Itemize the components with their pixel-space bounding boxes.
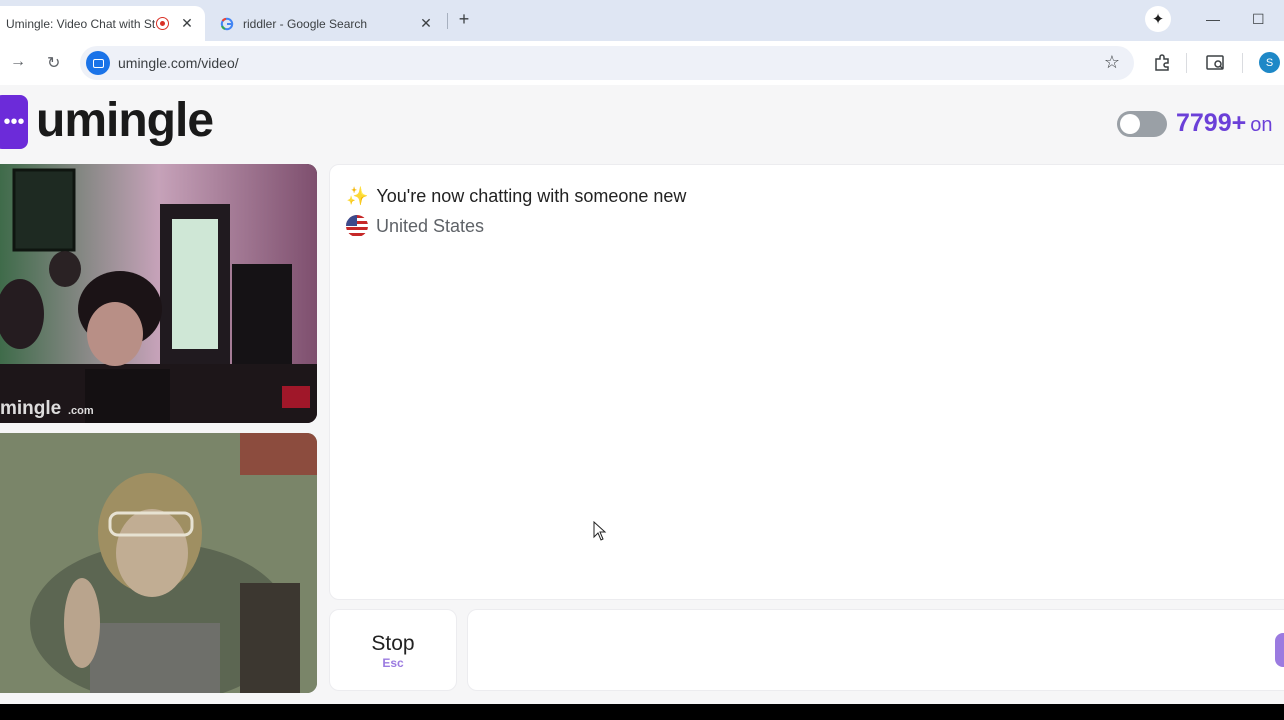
country-text: United States	[376, 215, 485, 236]
minimize-icon[interactable]: —	[1206, 11, 1220, 27]
browser-tab-bar: Umingle: Video Chat with St ✕ riddler - …	[0, 0, 1284, 41]
tab-umingle[interactable]: Umingle: Video Chat with St ✕	[0, 6, 205, 41]
self-video	[0, 433, 317, 693]
forward-icon[interactable]: →	[10, 53, 26, 71]
mouse-cursor-icon	[593, 521, 607, 541]
site-info-icon[interactable]	[86, 51, 110, 75]
stranger-video-frame: mingle .com	[0, 164, 317, 423]
toolbar-divider	[1242, 53, 1243, 73]
site-logo[interactable]: umingle	[36, 93, 214, 148]
stranger-video: mingle .com	[0, 164, 317, 423]
gemini-icon[interactable]: ✦	[1145, 6, 1171, 32]
mode-toggle[interactable]	[1117, 111, 1167, 137]
watermark-text: mingle	[0, 398, 61, 419]
sparkles-icon: ✨	[346, 186, 369, 206]
reload-icon[interactable]: ↻	[47, 53, 60, 73]
stop-button[interactable]: Stop Esc	[329, 609, 457, 691]
tab-divider	[447, 13, 448, 29]
maximize-icon[interactable]: ☐	[1252, 11, 1265, 28]
tab-title: Umingle: Video Chat with St	[6, 16, 156, 31]
profile-avatar[interactable]: S	[1259, 52, 1280, 73]
self-video-frame	[0, 433, 317, 693]
us-flag-icon	[346, 215, 368, 237]
recording-icon	[156, 17, 169, 30]
close-tab-icon[interactable]: ✕	[179, 15, 195, 32]
url-text: umingle.com/video/	[118, 55, 239, 71]
online-count: 7799+	[1176, 109, 1247, 137]
chat-status-message: ✨ You're now chatting with someone new	[346, 186, 686, 207]
online-label: on	[1250, 114, 1273, 136]
search-tabs-icon[interactable]	[1206, 54, 1226, 72]
close-tab-icon[interactable]: ✕	[418, 15, 434, 32]
toolbar-divider	[1186, 53, 1187, 73]
tab-title: riddler - Google Search	[243, 16, 368, 31]
chat-panel: ✨ You're now chatting with someone new Un…	[329, 164, 1284, 600]
browser-toolbar: → ↻ umingle.com/video/ ☆ S	[0, 41, 1284, 85]
address-bar[interactable]: umingle.com/video/ ☆	[80, 46, 1134, 80]
chat-status-text: You're now chatting with someone new	[376, 186, 687, 206]
message-input[interactable]	[467, 609, 1284, 691]
watermark-suffix: .com	[68, 405, 94, 417]
google-icon	[220, 17, 234, 30]
online-counter: 7799+ on	[1176, 109, 1272, 138]
umingle-page: ••• umingle 7799+ on mingle .com ✨ You'r…	[0, 85, 1284, 704]
extensions-icon[interactable]	[1153, 54, 1171, 72]
tab-google-search[interactable]: riddler - Google Search ✕	[212, 6, 444, 41]
new-tab-icon[interactable]: +	[455, 9, 473, 30]
bookmark-star-icon[interactable]: ☆	[1104, 52, 1120, 73]
send-button[interactable]	[1275, 633, 1284, 667]
stranger-location: United States	[346, 215, 484, 237]
stop-button-label: Stop	[371, 632, 415, 655]
stop-shortcut-key: Esc	[382, 656, 404, 670]
logo-icon[interactable]: •••	[0, 95, 28, 149]
